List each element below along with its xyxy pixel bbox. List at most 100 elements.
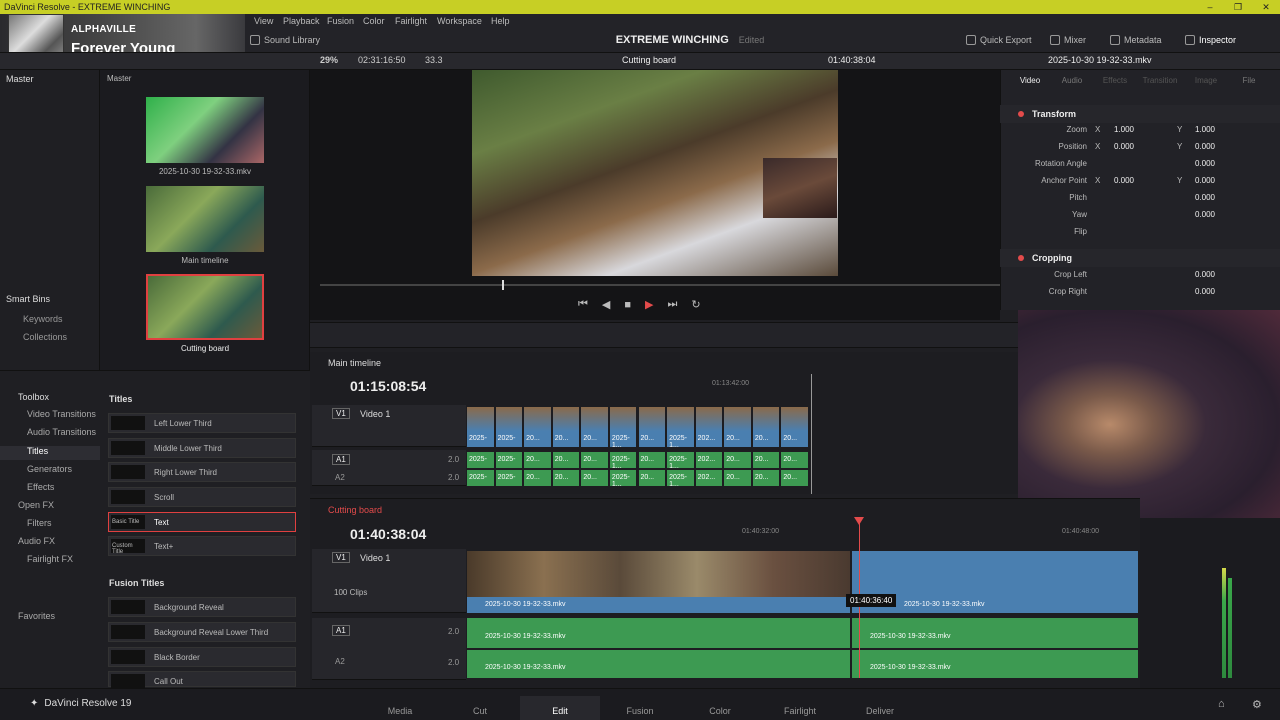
go-to-end-icon[interactable]: ⏭ — [668, 298, 678, 311]
crop-right-field[interactable]: 0.000 — [1175, 287, 1215, 296]
main-audio-clip-a2[interactable]: 2025- — [467, 470, 494, 486]
title-text-plus[interactable]: Custom Title Text+ — [108, 536, 296, 556]
cut-a2-label[interactable]: A2 — [335, 657, 345, 666]
main-audio-clip-a1[interactable]: 202... — [695, 452, 723, 468]
cut-v1-label[interactable]: V1 — [332, 552, 350, 563]
video-clip-thumbnails[interactable] — [467, 551, 850, 597]
page-fusion[interactable]: Fusion — [600, 696, 680, 716]
inspector-tab-audio[interactable]: Audio — [1052, 76, 1092, 85]
audio-clip-a1[interactable]: 2025-10-30 19-32-33.mkv — [467, 618, 850, 648]
minimize-button[interactable]: – — [1196, 0, 1224, 14]
play-icon[interactable]: ▶ — [645, 298, 653, 311]
zoom-x-field[interactable]: 1.000 — [1094, 125, 1134, 134]
main-video-clip[interactable]: 20... — [752, 407, 780, 447]
crop-left-field[interactable]: 0.000 — [1175, 270, 1215, 279]
title-middle-lower-third[interactable]: Middle Lower Third — [108, 438, 296, 458]
main-video-clip[interactable]: 20... — [581, 407, 608, 447]
media-thumbnail[interactable] — [146, 186, 264, 252]
cut-a1-label[interactable]: A1 — [332, 625, 350, 636]
main-audio-clip-a2[interactable]: 2025-1... — [667, 470, 694, 488]
enable-dot-icon[interactable] — [1018, 111, 1024, 117]
main-audio-clip-a1[interactable]: 2025- — [467, 452, 494, 468]
toolbox-group[interactable]: Toolbox — [0, 392, 100, 402]
menu-help[interactable]: Help — [491, 16, 510, 26]
maximize-button[interactable]: ❐ — [1224, 0, 1252, 14]
open-fx-group[interactable]: Open FX — [0, 500, 100, 510]
smart-bin-keywords[interactable]: Keywords — [23, 314, 63, 324]
viewer-name[interactable]: Cutting board — [622, 55, 676, 65]
main-audio-clip-a1[interactable]: 20... — [781, 452, 808, 468]
main-audio-clip-a2[interactable]: 20... — [524, 470, 551, 486]
page-cut[interactable]: Cut — [440, 696, 520, 716]
rotation-field[interactable]: 0.000 — [1175, 159, 1215, 168]
audio-clip-a1[interactable]: 2025-10-30 19-32-33.mkv — [852, 618, 1138, 648]
main-video-clip[interactable]: 20... — [552, 407, 580, 447]
effects-effects[interactable]: Effects — [0, 482, 100, 492]
main-audio-clip-a1[interactable]: 2025-1... — [667, 452, 694, 470]
main-video-clip[interactable]: 2025- — [467, 407, 494, 447]
fusion-title-background-reveal-lower-third[interactable]: Background Reveal Lower Third — [108, 622, 296, 642]
page-fairlight[interactable]: Fairlight — [760, 696, 840, 716]
inspector-tab-image[interactable]: Image — [1186, 76, 1226, 85]
main-audio-clip-a2[interactable]: 20... — [781, 470, 808, 486]
main-audio-clip-a1[interactable]: 20... — [552, 452, 580, 468]
main-a2-label[interactable]: A2 — [335, 473, 345, 482]
main-audio-clip-a2[interactable]: 20... — [752, 470, 780, 486]
main-audio-clip-a1[interactable]: 20... — [581, 452, 608, 468]
main-audio-clip-a1[interactable]: 20... — [724, 452, 751, 468]
inspector-tab-transition[interactable]: Transition — [1140, 76, 1180, 85]
cropping-header[interactable]: Cropping — [1000, 249, 1280, 267]
zoom-level[interactable]: 29% — [320, 55, 338, 65]
page-deliver[interactable]: Deliver — [840, 696, 920, 716]
go-to-start-icon[interactable]: ⏮ — [578, 298, 588, 311]
yaw-field[interactable]: 0.000 — [1175, 210, 1215, 219]
media-thumbnail-selected[interactable] — [146, 274, 264, 340]
fusion-title-call-out[interactable]: Call Out — [108, 671, 296, 688]
main-audio-clip-a1[interactable]: 2025- — [495, 452, 523, 468]
audio-fx-group[interactable]: Audio FX — [0, 536, 100, 546]
menu-color[interactable]: Color — [363, 16, 385, 26]
main-audio-clip-a2[interactable]: 202... — [695, 470, 723, 486]
main-v1-label[interactable]: V1 — [332, 408, 350, 419]
media-thumbnail[interactable] — [146, 97, 264, 163]
main-audio-clip-a1[interactable]: 2025-1... — [609, 452, 637, 470]
fusion-titles-header[interactable]: Fusion Titles — [109, 578, 164, 588]
main-audio-clip-a2[interactable]: 20... — [638, 470, 666, 486]
main-video-clip[interactable]: 2025-1... — [667, 407, 694, 449]
effects-generators[interactable]: Generators — [0, 464, 100, 474]
transform-header[interactable]: Transform — [1000, 105, 1280, 123]
fusion-title-black-border[interactable]: Black Border — [108, 647, 296, 667]
title-right-lower-third[interactable]: Right Lower Third — [108, 462, 296, 482]
tab-main-timeline[interactable]: Main timeline — [328, 358, 381, 368]
menu-workspace[interactable]: Workspace — [437, 16, 482, 26]
close-button[interactable]: ✕ — [1252, 0, 1280, 14]
main-video-clip[interactable]: 20... — [724, 407, 751, 447]
metadata-button[interactable]: Metadata — [1110, 35, 1162, 45]
main-a1-label[interactable]: A1 — [332, 454, 350, 465]
open-fx-filters[interactable]: Filters — [0, 518, 100, 528]
effects-video-transitions[interactable]: Video Transitions — [0, 409, 100, 419]
main-audio-clip-a2[interactable]: 20... — [724, 470, 751, 486]
scrubber-track[interactable] — [320, 284, 1000, 286]
enable-dot-icon[interactable] — [1018, 255, 1024, 261]
scrubber-playhead[interactable] — [502, 280, 504, 290]
menu-playback[interactable]: Playback — [283, 16, 320, 26]
step-back-icon[interactable]: ◀ — [602, 298, 610, 311]
inspector-button[interactable]: Inspector — [1185, 35, 1236, 45]
page-color[interactable]: Color — [680, 696, 760, 716]
inspector-tab-file[interactable]: File — [1229, 76, 1269, 85]
title-left-lower-third[interactable]: Left Lower Third — [108, 413, 296, 433]
anchor-y-field[interactable]: 0.000 — [1175, 176, 1215, 185]
main-audio-clip-a2[interactable]: 2025- — [495, 470, 523, 486]
main-video-clip[interactable]: 2025-1... — [609, 407, 637, 449]
menu-fusion[interactable]: Fusion — [327, 16, 354, 26]
settings-gear-icon[interactable]: ⚙ — [1252, 698, 1262, 711]
stop-icon[interactable]: ■ — [624, 299, 631, 311]
sound-library-button[interactable]: Sound Library — [250, 35, 320, 45]
smart-bin-collections[interactable]: Collections — [23, 332, 67, 342]
titles-header[interactable]: Titles — [109, 394, 132, 404]
main-video-clip[interactable]: 20... — [781, 407, 808, 447]
main-video-clip[interactable]: 202... — [695, 407, 723, 447]
main-video-clip[interactable]: 2025- — [495, 407, 523, 447]
quick-export-button[interactable]: Quick Export — [966, 35, 1032, 45]
